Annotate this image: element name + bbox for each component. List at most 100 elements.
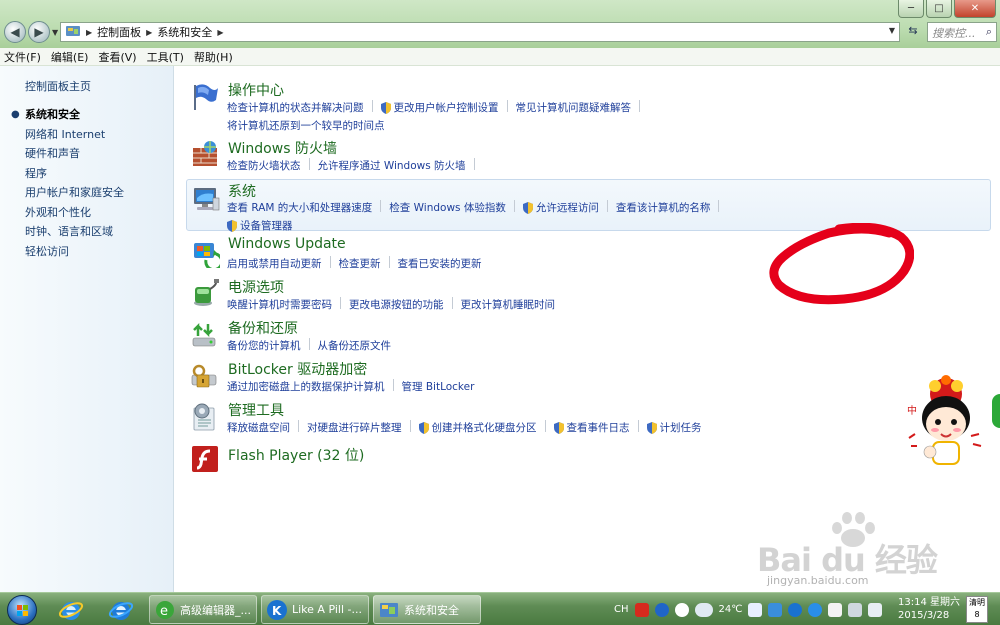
system-computer-icon[interactable]: [191, 184, 221, 214]
address-dropdown-icon[interactable]: ▼: [889, 26, 895, 35]
category-link[interactable]: 检查防火墙状态: [227, 158, 301, 173]
category-link[interactable]: 管理 BitLocker: [402, 379, 475, 394]
help-icon[interactable]: [654, 602, 669, 617]
sidebar-item-programs[interactable]: 程序: [25, 165, 47, 181]
menu-file[interactable]: 文件(F): [4, 49, 41, 65]
shield-app-icon[interactable]: [768, 602, 783, 617]
category-link[interactable]: 对硬盘进行碎片整理: [307, 420, 402, 435]
windows-update-icon[interactable]: [190, 238, 224, 272]
backup-restore-icon[interactable]: [190, 320, 220, 350]
category-link[interactable]: 更改计算机睡眠时间: [461, 297, 556, 312]
category-link-with-shield[interactable]: 更改用户帐户控制设置: [380, 100, 499, 115]
menu-edit[interactable]: 编辑(E): [51, 49, 89, 65]
weather-widget[interactable]: 清明 8: [966, 596, 988, 623]
flash-player-icon[interactable]: [190, 444, 220, 474]
sidebar-item-user-accounts[interactable]: 用户帐户和家庭安全: [25, 184, 124, 200]
breadcrumb-separator[interactable]: ▶: [86, 28, 92, 37]
temperature-text[interactable]: 24℃: [719, 604, 743, 615]
power-options-icon[interactable]: [190, 279, 220, 309]
category-title[interactable]: Flash Player (32 位): [228, 445, 364, 465]
admin-tools-icon[interactable]: [190, 402, 220, 432]
category-link[interactable]: 释放磁盘空间: [227, 420, 290, 435]
network-icon[interactable]: [848, 602, 863, 617]
taskbar-task-music[interactable]: K Like A Pill -...: [261, 595, 369, 624]
category-link-computer-name[interactable]: 查看该计算机的名称: [616, 200, 711, 215]
kugou-tray-icon[interactable]: [788, 602, 803, 617]
globe-tray-icon[interactable]: [808, 602, 823, 617]
action-center-flag-icon[interactable]: [190, 82, 220, 112]
sidebar-item-appearance[interactable]: 外观和个性化: [25, 204, 91, 220]
bitlocker-icon[interactable]: [190, 361, 220, 391]
sidebar-item-hardware-sound[interactable]: 硬件和声音: [25, 145, 80, 161]
category-link-with-shield[interactable]: 允许远程访问: [522, 200, 599, 215]
category-link-label[interactable]: 查看事件日志: [567, 420, 630, 435]
category-title[interactable]: 系统: [228, 181, 256, 201]
menu-view[interactable]: 查看(V): [98, 49, 136, 65]
search-icon[interactable]: ⌕: [986, 25, 992, 39]
category-link-label[interactable]: 更改用户帐户控制设置: [394, 100, 499, 115]
category-link[interactable]: 允许程序通过 Windows 防火墙: [318, 158, 466, 173]
action-center-flag-tray-icon[interactable]: [828, 602, 843, 617]
category-link[interactable]: 查看已安装的更新: [398, 256, 482, 271]
category-title[interactable]: 操作中心: [228, 80, 284, 100]
minimize-button[interactable]: ─: [898, 0, 924, 18]
category-link-label[interactable]: 创建并格式化硬盘分区: [432, 420, 537, 435]
sogou-input-icon[interactable]: [634, 602, 649, 617]
category-link[interactable]: 唤醒计算机时需要密码: [227, 297, 332, 312]
category-title[interactable]: Windows 防火墙: [228, 138, 337, 158]
category-link[interactable]: 将计算机还原到一个较早的时间点: [227, 118, 385, 133]
close-button[interactable]: ✕: [954, 0, 996, 18]
menu-tools[interactable]: 工具(T): [147, 49, 184, 65]
sidebar-item-clock-region[interactable]: 时钟、语言和区域: [25, 223, 113, 239]
firewall-icon[interactable]: [190, 140, 220, 170]
category-link[interactable]: 从备份还原文件: [318, 338, 392, 353]
breadcrumb-control-panel[interactable]: 控制面板: [97, 24, 141, 40]
breadcrumb-separator[interactable]: ▶: [146, 28, 152, 37]
category-title[interactable]: BitLocker 驱动器加密: [228, 359, 367, 379]
sidebar-item-ease-of-access[interactable]: 轻松访问: [25, 243, 69, 259]
category-link-with-shield[interactable]: 创建并格式化硬盘分区: [418, 420, 537, 435]
category-link-with-shield[interactable]: 查看事件日志: [553, 420, 630, 435]
menu-help[interactable]: 帮助(H): [194, 49, 233, 65]
volume-icon[interactable]: [868, 602, 883, 617]
category-link-label[interactable]: 允许远程访问: [536, 200, 599, 215]
language-indicator[interactable]: CH: [614, 604, 629, 615]
taskbar-task-control-panel[interactable]: 系统和安全: [373, 595, 481, 624]
refresh-button[interactable]: ⇆: [904, 24, 922, 40]
category-link[interactable]: 检查计算机的状态并解决问题: [227, 100, 364, 115]
recent-pages-dropdown[interactable]: ▼: [52, 28, 58, 37]
breadcrumb-separator[interactable]: ▶: [217, 28, 223, 37]
maximize-button[interactable]: □: [926, 0, 952, 18]
category-link[interactable]: 查看 RAM 的大小和处理器速度: [227, 200, 372, 215]
start-button[interactable]: [7, 595, 37, 625]
floating-widget-edge[interactable]: [992, 394, 1000, 428]
category-title[interactable]: 备份和还原: [228, 318, 298, 338]
category-link[interactable]: 检查 Windows 体验指数: [389, 200, 506, 215]
pinned-ie-alt-button[interactable]: [106, 596, 136, 624]
checkmark-app-icon[interactable]: [748, 602, 763, 617]
breadcrumb-system-security[interactable]: 系统和安全: [157, 24, 212, 40]
category-title[interactable]: Windows Update: [228, 236, 346, 252]
category-link[interactable]: 更改电源按钮的功能: [349, 297, 444, 312]
category-link-label[interactable]: 计划任务: [660, 420, 702, 435]
category-link[interactable]: 常见计算机问题疑难解答: [516, 100, 632, 115]
category-link[interactable]: 检查更新: [339, 256, 381, 271]
sidebar-item-system-security[interactable]: 系统和安全: [25, 106, 80, 122]
category-link-with-shield[interactable]: 计划任务: [646, 420, 702, 435]
clock-tray-icon[interactable]: [674, 602, 689, 617]
address-bar[interactable]: ▶ 控制面板 ▶ 系统和安全 ▶ ▼: [60, 22, 900, 42]
category-title[interactable]: 管理工具: [228, 400, 284, 420]
pinned-ie-button[interactable]: [56, 596, 86, 624]
taskbar-task-editor[interactable]: e 高级编辑器_...: [149, 595, 257, 624]
category-link[interactable]: 启用或禁用自动更新: [227, 256, 322, 271]
weather-cloud-icon[interactable]: [694, 602, 713, 617]
sidebar-home-link[interactable]: 控制面板主页: [25, 78, 91, 94]
back-button[interactable]: ◀: [4, 21, 26, 43]
category-link-label[interactable]: 设备管理器: [240, 218, 293, 233]
category-title[interactable]: 电源选项: [228, 277, 284, 297]
search-input[interactable]: 搜索控... ⌕: [927, 22, 997, 42]
category-link[interactable]: 通过加密磁盘上的数据保护计算机: [227, 379, 385, 394]
forward-button[interactable]: ▶: [28, 21, 50, 43]
clock[interactable]: 13:14 星期六 2015/3/28: [898, 596, 960, 622]
category-link-with-shield[interactable]: 设备管理器: [227, 218, 293, 233]
